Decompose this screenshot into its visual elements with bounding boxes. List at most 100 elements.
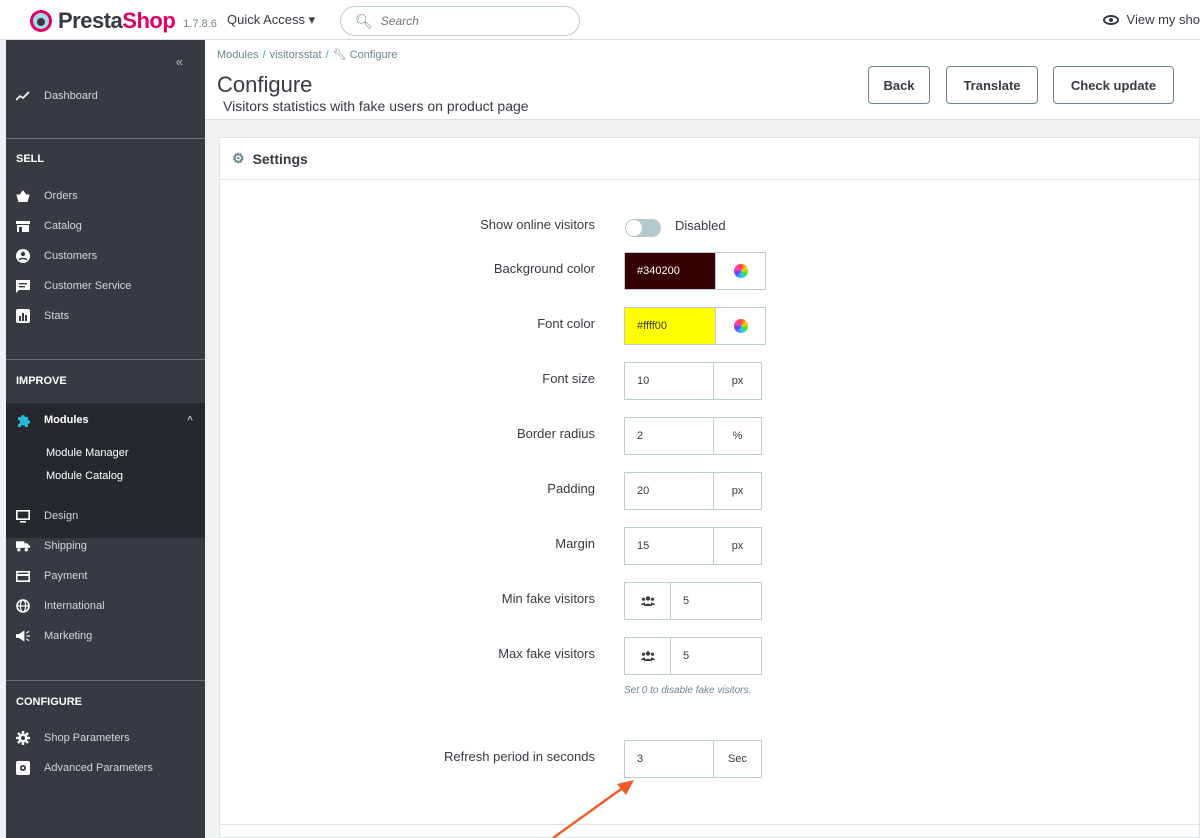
max-fake-visitors-input[interactable]: 5: [671, 638, 761, 674]
page-header: Modules / visitorsstat / 🔧︎ Configure Config…: [205, 40, 1200, 120]
collapse-sidebar-button[interactable]: «: [176, 54, 183, 69]
sidebar-subitem-module-catalog[interactable]: Module Catalog: [46, 470, 123, 482]
settings-panel: ⚙ Settings Show online visitors Disabled…: [219, 137, 1200, 838]
breadcrumb-item: Configure: [349, 49, 398, 61]
border-radius-input[interactable]: 2: [625, 418, 713, 454]
gear-icon: [16, 731, 30, 745]
color-wheel-icon: [733, 264, 748, 278]
refresh-period-input[interactable]: 3: [625, 741, 713, 777]
sidebar-item-label: Payment: [44, 570, 88, 582]
sidebar-item-international[interactable]: International: [6, 591, 205, 621]
font-color-field: #ffff00: [624, 307, 766, 345]
section-title-configure: CONFIGURE: [16, 696, 82, 708]
sidebar: « Dashboard SELL Orders Catalog Customer…: [6, 40, 205, 838]
prestashop-logo[interactable]: PrestaShop 1.7.8.6: [30, 8, 217, 34]
font-color-label: Font color: [537, 316, 595, 331]
sidebar-subitem-module-manager[interactable]: Module Manager: [46, 447, 129, 459]
unit-addon: px: [713, 528, 761, 564]
border-radius-field: 2 %: [624, 417, 762, 455]
unit-addon: px: [713, 473, 761, 509]
sidebar-item-stats[interactable]: Stats: [6, 301, 205, 331]
sidebar-item-label: Stats: [44, 310, 70, 322]
refresh-period-field: 3 Sec: [624, 740, 762, 778]
font-size-input[interactable]: 10: [625, 363, 713, 399]
view-shop-link[interactable]: View my sho: [1102, 12, 1200, 27]
top-header: PrestaShop 1.7.8.6 Quick Access ▾ 🔍︎ Vie…: [0, 0, 1200, 40]
sidebar-item-label: Customers: [44, 250, 98, 262]
sidebar-item-label: Dashboard: [44, 90, 98, 102]
truck-icon: [16, 539, 30, 553]
font-color-input[interactable]: #ffff00: [625, 308, 715, 344]
users-icon: [625, 638, 671, 674]
search-icon: 🔍︎: [355, 12, 373, 29]
max-fake-visitors-label: Max fake visitors: [498, 646, 595, 661]
view-shop-label: View my sho: [1126, 12, 1200, 27]
show-online-visitors-label: Show online visitors: [480, 217, 595, 232]
sidebar-item-label: International: [44, 600, 105, 612]
sidebar-item-label: Advanced Parameters: [44, 762, 153, 774]
breadcrumb-item[interactable]: visitorsstat: [270, 49, 322, 61]
sidebar-item-label: Orders: [44, 190, 78, 202]
border-radius-label: Border radius: [516, 426, 595, 441]
version-label: 1.7.8.6: [183, 18, 217, 30]
sidebar-item-marketing[interactable]: Marketing: [6, 621, 205, 651]
section-title-sell: SELL: [16, 153, 45, 165]
breadcrumb-item[interactable]: Modules: [217, 49, 259, 61]
back-button[interactable]: Back: [868, 66, 930, 104]
margin-label: Margin: [555, 536, 595, 551]
show-online-visitors-toggle[interactable]: [625, 219, 661, 237]
sidebar-item-catalog[interactable]: Catalog: [6, 211, 205, 241]
check-update-button[interactable]: Check update: [1053, 66, 1174, 104]
unit-addon: %: [713, 418, 761, 454]
users-icon: [625, 583, 671, 619]
sidebar-item-customers[interactable]: Customers: [6, 241, 205, 271]
sidebar-item-label: Customer Service: [44, 280, 132, 292]
credit-card-icon: [16, 569, 30, 583]
background-color-input[interactable]: #340200: [625, 253, 715, 289]
panel-footer-divider: [220, 824, 1199, 825]
color-picker-button[interactable]: [715, 253, 765, 289]
prestashop-logo-icon: [30, 10, 52, 32]
sidebar-item-customer-service[interactable]: Customer Service: [6, 271, 205, 301]
font-size-field: 10 px: [624, 362, 762, 400]
unit-addon: px: [713, 363, 761, 399]
margin-field: 15 px: [624, 527, 762, 565]
sidebar-item-advanced-parameters[interactable]: Advanced Parameters: [6, 753, 205, 783]
quick-access-dropdown[interactable]: Quick Access ▾: [227, 12, 315, 28]
page-subtitle: Visitors statistics with fake users on p…: [223, 98, 529, 114]
sidebar-item-shop-parameters[interactable]: Shop Parameters: [6, 723, 205, 753]
sidebar-divider: [6, 680, 205, 681]
bar-chart-icon: [16, 309, 30, 323]
sidebar-item-shipping[interactable]: Shipping: [6, 531, 205, 561]
shopping-basket-icon: [16, 189, 30, 203]
margin-input[interactable]: 15: [625, 528, 713, 564]
sidebar-item-modules[interactable]: Modules ^: [6, 405, 205, 435]
sidebar-item-design[interactable]: Design: [6, 501, 205, 531]
sidebar-item-payment[interactable]: Payment: [6, 561, 205, 591]
min-fake-visitors-input[interactable]: 5: [671, 583, 761, 619]
toggle-state-label: Disabled: [675, 218, 726, 233]
search-input[interactable]: [380, 14, 561, 28]
search-box[interactable]: 🔍︎: [340, 6, 580, 36]
translate-button[interactable]: Translate: [946, 66, 1038, 104]
background-color-label: Background color: [493, 261, 595, 276]
sidebar-item-label: Shop Parameters: [44, 732, 130, 744]
padding-label: Padding: [547, 481, 595, 496]
breadcrumb-separator: /: [325, 49, 329, 61]
sidebar-item-label: Catalog: [44, 220, 82, 232]
sidebar-item-label: Shipping: [44, 540, 87, 552]
sidebar-item-orders[interactable]: Orders: [6, 181, 205, 211]
breadcrumb: Modules / visitorsstat / 🔧︎ Configure: [217, 48, 397, 61]
font-size-label: Font size: [542, 371, 595, 386]
padding-input[interactable]: 20: [625, 473, 713, 509]
logo-text: PrestaShop: [58, 8, 176, 33]
chevron-up-icon: ^: [187, 414, 193, 426]
sidebar-item-dashboard[interactable]: Dashboard: [6, 81, 205, 111]
chat-icon: [16, 279, 30, 293]
min-fake-visitors-field: 5: [624, 582, 762, 620]
refresh-period-label: Refresh period in seconds: [443, 749, 595, 764]
panel-heading: ⚙ Settings: [220, 138, 1199, 180]
sidebar-divider: [6, 138, 205, 139]
color-picker-button[interactable]: [715, 308, 765, 344]
unit-addon: Sec: [713, 741, 761, 777]
